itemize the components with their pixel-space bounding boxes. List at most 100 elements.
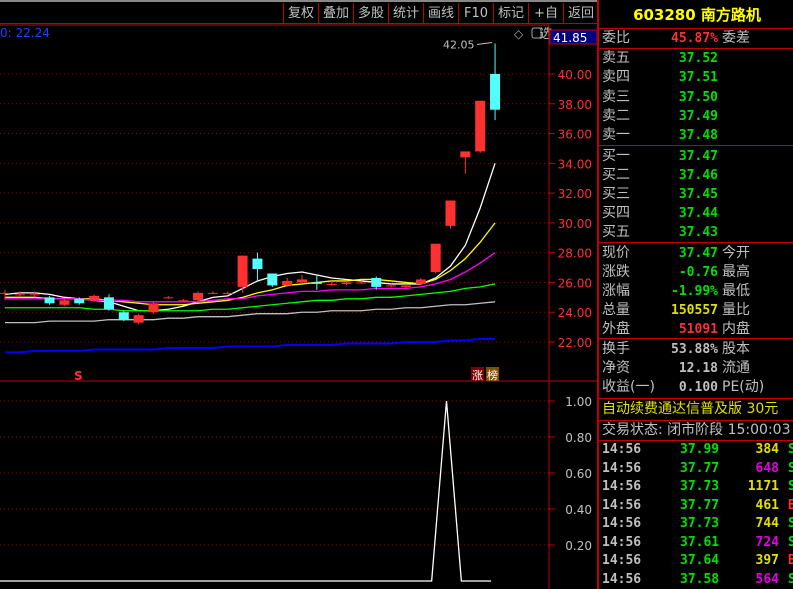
candle-body (475, 100, 486, 152)
candle-body (178, 300, 189, 302)
candle (490, 43, 501, 121)
indicator-tick-label: 1.00 (565, 395, 592, 409)
buy-price: 37.43 (678, 225, 718, 240)
badge-list-text: 榜 (487, 368, 498, 382)
moving-average-line (5, 301, 496, 324)
restore-rights-button[interactable]: 复权 (283, 3, 318, 24)
candle (445, 200, 456, 229)
buy-level-label: 买一 (602, 148, 630, 164)
tick-volume: 397 (755, 553, 779, 568)
stat-value: 51091 (678, 322, 718, 337)
candle (148, 301, 159, 314)
buy-price: 37.44 (678, 206, 718, 221)
tick-row: 14:56 37.99 384 S (602, 441, 793, 459)
high-price-label: 42.05 (443, 38, 475, 51)
tick-side: S (788, 516, 793, 531)
candle-body (311, 282, 322, 284)
badge-limit-up-text: 涨 (472, 369, 483, 382)
tick-row: 14:56 37.58 564 S (602, 571, 793, 589)
tick-time: 14:56 (602, 460, 642, 476)
candle-body (207, 292, 218, 294)
sell-level-label: 卖一 (602, 127, 630, 144)
stat-label: 总量 (602, 302, 630, 318)
tick-price: 37.61 (680, 534, 720, 550)
multi-stock-button[interactable]: 多股 (353, 3, 388, 24)
draw-line-button[interactable]: 画线 (423, 3, 458, 24)
sell-price: 37.51 (678, 70, 718, 86)
tick-row: 14:56 37.77 461 B (602, 497, 793, 515)
y-tick-label: 38.00 (558, 98, 592, 112)
stat-label: 涨幅 (602, 283, 630, 299)
finance-value: 0.100 (678, 380, 718, 395)
finance-label: 净资 (602, 360, 630, 376)
buy-level-row: 买四 37.44 (602, 204, 793, 223)
candle (163, 295, 174, 299)
candle-body (252, 258, 263, 270)
finance-row: 收益(一) 0.100 PE(动) (602, 378, 793, 397)
candle (133, 313, 144, 325)
finance-value: 53.88% (671, 342, 718, 357)
tick-side: S (788, 479, 793, 494)
candle-body (445, 200, 456, 226)
stat-label: 外盘 (602, 321, 630, 337)
tick-price: 37.58 (680, 571, 720, 587)
indicator-tick-label: 0.80 (565, 431, 592, 445)
sell-price: 37.50 (678, 89, 718, 105)
tick-price: 37.73 (680, 479, 720, 494)
weibi-row: 委比 45.87% 委差 (602, 29, 793, 48)
candle-body (74, 298, 85, 304)
kline-chart[interactable]: 22.00 24.00 26.00 28.00 30.00 32.00 34.00 36.00… (0, 24, 597, 589)
candle-body (297, 279, 307, 283)
stat-label: 涨跌 (602, 264, 630, 280)
trade-status: 交易状态: 闭市阶段 15:00:03 (602, 422, 791, 438)
tick-side: S (788, 534, 793, 550)
candle (460, 151, 471, 174)
candle-body (282, 280, 293, 286)
sell-price: 37.49 (678, 108, 718, 124)
y-tick-label: 28.00 (558, 247, 592, 261)
finance-label: 换手 (602, 341, 630, 357)
weicha-label: 委差 (722, 30, 750, 46)
tick-side: B (788, 553, 793, 568)
tick-time: 14:56 (602, 571, 642, 587)
indicator-tick-label: 0.20 (565, 539, 592, 553)
tick-row: 14:56 37.73 1171 S (602, 478, 793, 496)
candle (207, 291, 218, 295)
candle-body (430, 243, 441, 273)
candle-body (44, 297, 55, 304)
candle (475, 100, 486, 153)
candle (311, 274, 322, 290)
stat-label-2: 量比 (722, 302, 750, 318)
tick-time: 14:56 (602, 442, 642, 457)
stat-label: 现价 (602, 245, 630, 261)
tick-row: 14:56 37.73 744 S (602, 515, 793, 533)
overlay-button[interactable]: 叠加 (318, 3, 353, 24)
y-tick-label: 22.00 (558, 336, 592, 350)
candle-body (59, 300, 70, 305)
y-tick-label: 26.00 (558, 276, 592, 290)
stat-label-2: 内盘 (722, 321, 750, 337)
promo-text[interactable]: 自动续费通达信普及版 30元 (602, 400, 793, 419)
statistics-button[interactable]: 统计 (388, 3, 423, 24)
stat-row: 涨跌 -0.76 最高 (602, 263, 793, 282)
stat-label-2: 最低 (722, 283, 750, 299)
add-watchlist-button[interactable]: +自选 (528, 3, 563, 42)
tick-time: 14:56 (602, 479, 642, 494)
f10-button[interactable]: F10 (458, 3, 493, 24)
candle-body (118, 312, 129, 320)
sell-price: 37.52 (678, 51, 718, 66)
buy-level-label: 买三 (602, 186, 630, 202)
stat-value: 37.47 (678, 246, 718, 261)
sell-level-row: 卖一 37.48 (602, 126, 793, 145)
tick-price: 37.73 (680, 516, 720, 531)
stat-row: 外盘51091内盘5 (602, 320, 793, 339)
back-button[interactable]: 返回 (563, 3, 598, 24)
sell-level-row: 卖二 37.49 (602, 107, 793, 126)
mark-button[interactable]: 标记 (493, 3, 528, 24)
candle-body (14, 294, 25, 296)
buy-level-row: 买三 37.45 (602, 185, 793, 204)
candle-body (460, 151, 471, 158)
buy-level-label: 买二 (602, 167, 630, 183)
stat-value: 150557 (671, 303, 718, 318)
sell-level-row: 卖五 37.52 (602, 49, 793, 68)
